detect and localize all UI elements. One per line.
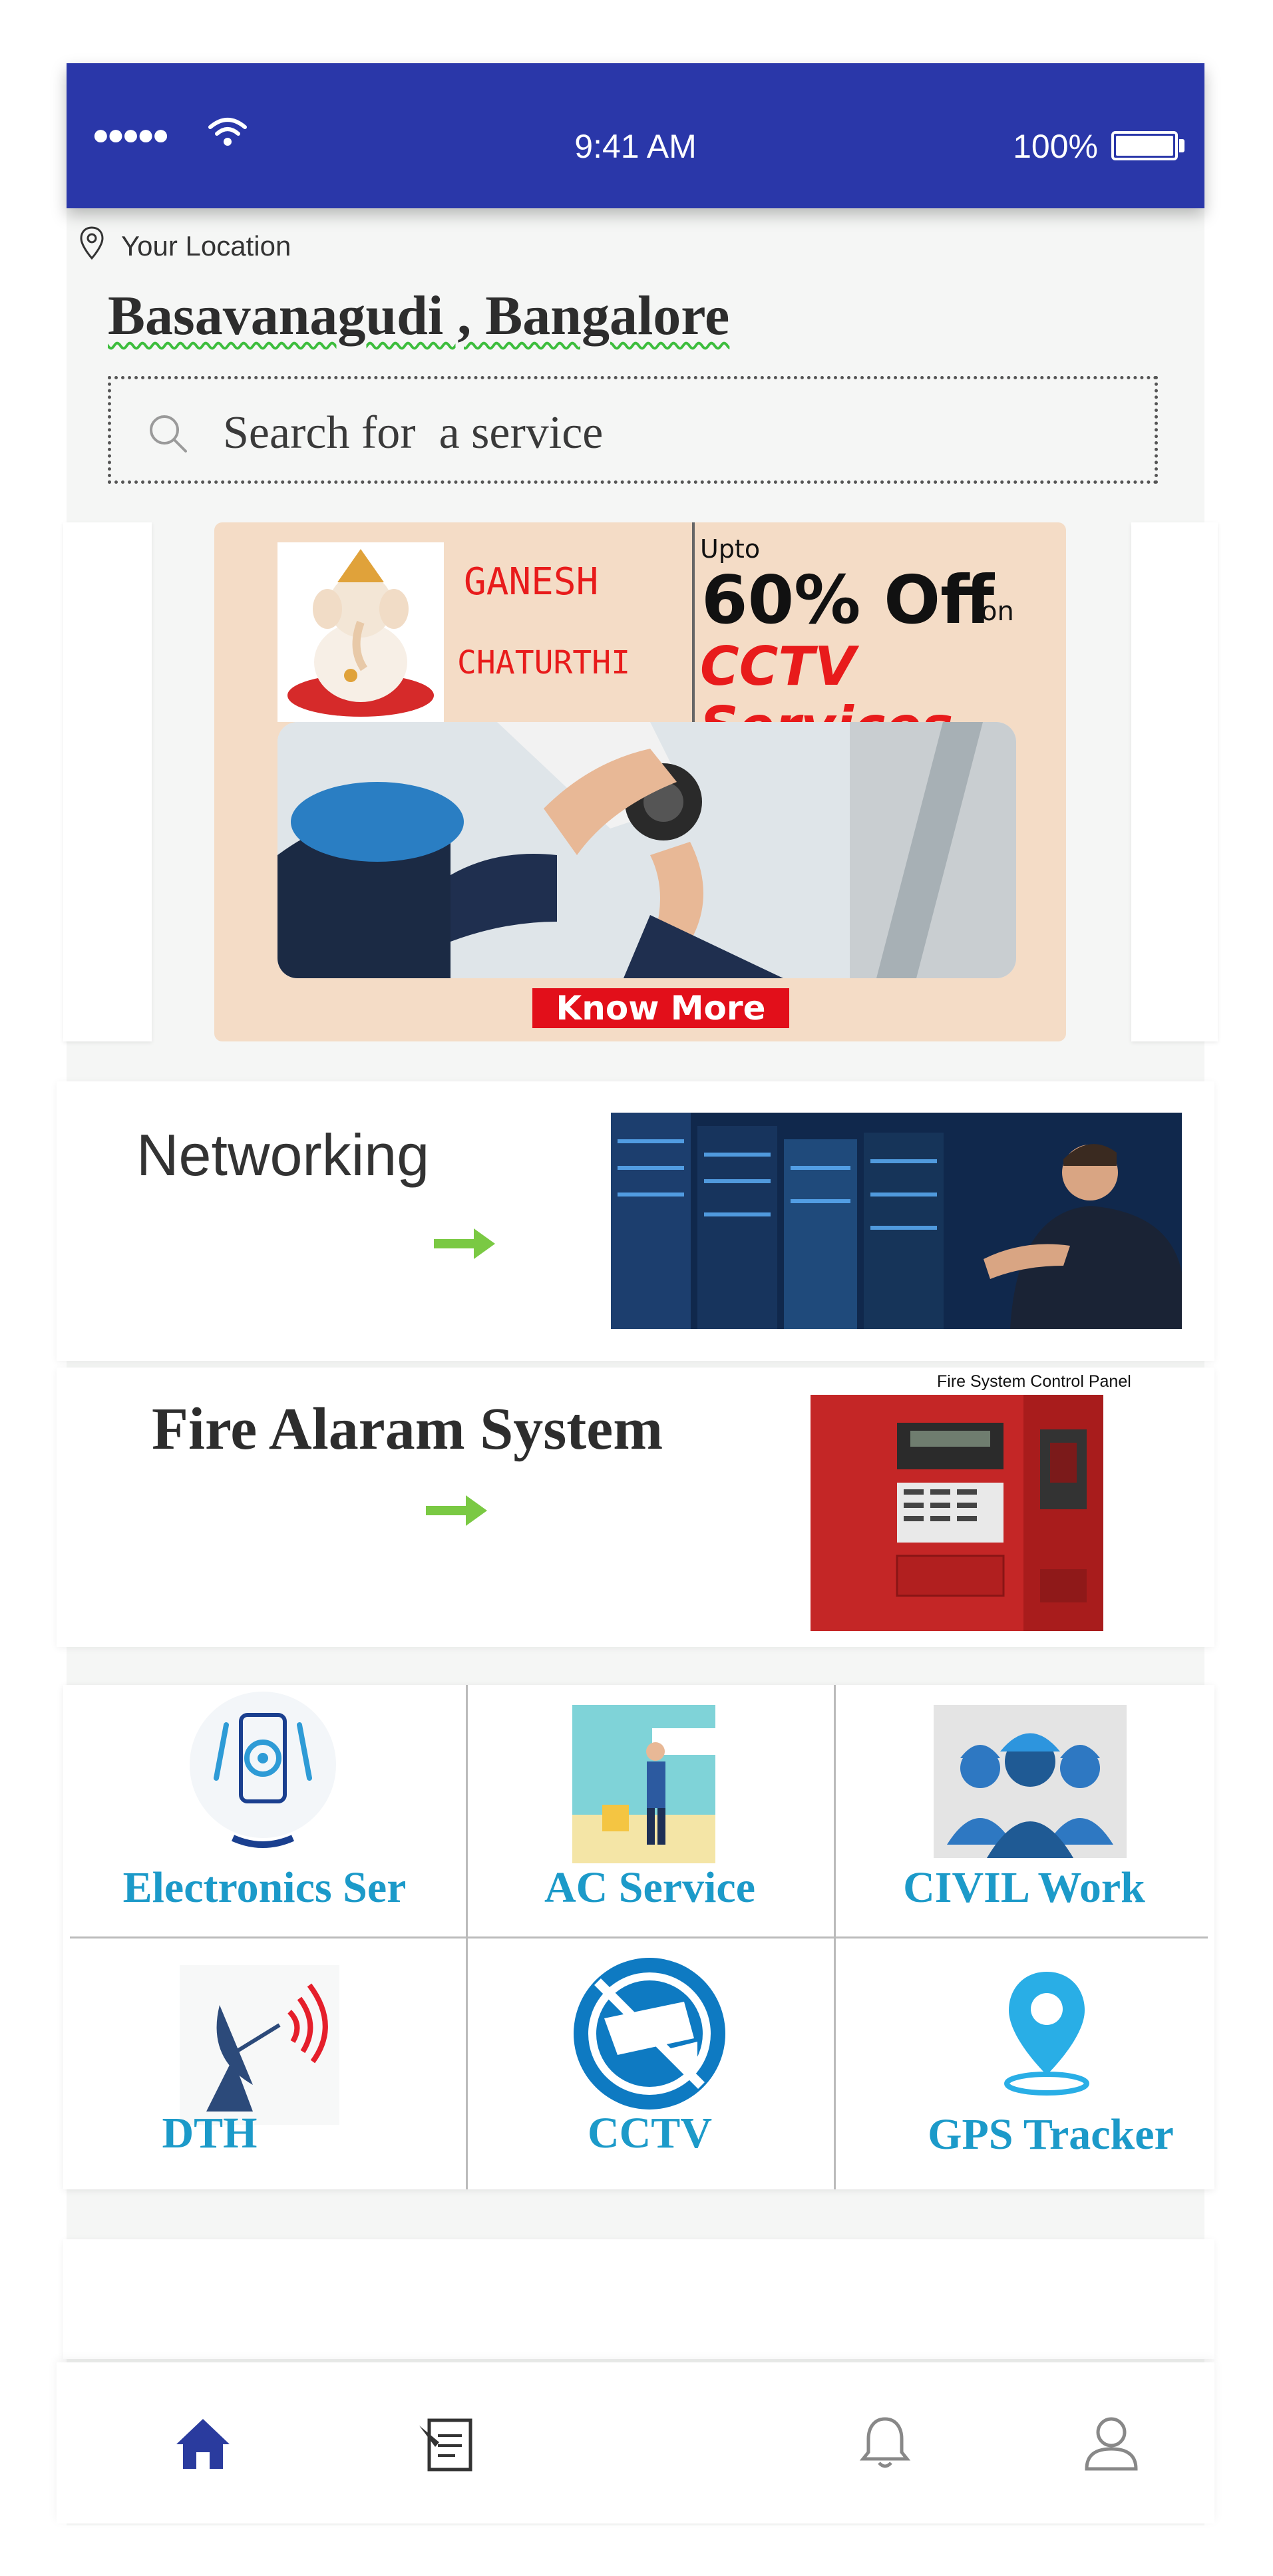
- carousel-prev-slide[interactable]: [63, 522, 152, 1041]
- home-icon[interactable]: [166, 2406, 240, 2479]
- service-label: Electronics Ser: [122, 1863, 407, 1912]
- festival-name-line1: GANESH: [464, 560, 599, 604]
- service-dth[interactable]: DTH: [63, 1938, 466, 2189]
- bookings-icon[interactable]: [413, 2406, 486, 2479]
- search-input[interactable]: Search for a service: [108, 376, 1158, 484]
- service-electronics[interactable]: Electronics Ser: [63, 1685, 466, 1936]
- carousel-next-slide[interactable]: [1131, 522, 1218, 1041]
- promo-banner[interactable]: GANESH CHATURTHI Upto 60% Off on CCTV Se…: [214, 522, 1066, 1041]
- service-label: GPS Tracker: [928, 2110, 1174, 2159]
- satellite-dish-icon: [180, 1965, 339, 2125]
- phone-settings-icon: [190, 1692, 336, 1848]
- ganesh-illustration: [277, 542, 444, 722]
- service-label: CCTV: [587, 2109, 712, 2157]
- service-gps[interactable]: GPS Tracker: [834, 1938, 1214, 2189]
- location-pin-icon: [80, 226, 104, 260]
- profile-icon[interactable]: [1075, 2406, 1148, 2479]
- networking-server-photo: [611, 1113, 1182, 1329]
- offer-discount: 60% Off: [701, 561, 995, 639]
- service-ac[interactable]: AC Service: [466, 1685, 834, 1936]
- offer-on: on: [981, 596, 1014, 627]
- location-pin-icon: [1004, 1972, 1089, 2096]
- festival-name-line2: CHATURTHI: [457, 644, 631, 681]
- battery-percent: 100%: [1013, 128, 1098, 165]
- search-icon: [150, 415, 187, 453]
- banner-divider: [692, 522, 695, 722]
- service-label: DTH: [162, 2109, 258, 2157]
- current-city[interactable]: Basavanagudi , Bangalore: [108, 286, 729, 346]
- ac-technician-icon: [572, 1705, 715, 1863]
- service-cctv[interactable]: CCTV: [466, 1938, 834, 2189]
- service-label: CIVIL Work: [903, 1863, 1145, 1912]
- cctv-camera-icon: [574, 1958, 725, 2110]
- battery-icon: [1111, 131, 1178, 160]
- services-grid: Electronics Ser AC Service CIVIL Work DT…: [63, 1685, 1214, 2189]
- arrow-right-icon[interactable]: [434, 1227, 495, 1260]
- networking-title: Networking: [136, 1122, 430, 1188]
- arrow-right-icon[interactable]: [426, 1494, 487, 1527]
- search-placeholder: Search for a service: [223, 407, 604, 459]
- battery-tip: [1179, 139, 1184, 152]
- bottom-navigation: [57, 2362, 1214, 2523]
- offer-upto: Upto: [700, 534, 761, 564]
- workers-icon: [934, 1705, 1127, 1858]
- fire-alarm-title: Fire Alaram System: [152, 1396, 663, 1462]
- technician-cctv-photo: [277, 722, 1016, 978]
- status-bar: ●●●●● 9:41 AM 100%: [67, 63, 1204, 208]
- empty-card: [63, 2239, 1214, 2359]
- know-more-button[interactable]: Know More: [532, 988, 789, 1028]
- fire-control-panel-image: Fire System Control Panel: [811, 1370, 1165, 1634]
- service-label: AC Service: [544, 1863, 756, 1912]
- your-location-label: Your Location: [121, 230, 291, 262]
- service-civil[interactable]: CIVIL Work: [834, 1685, 1214, 1936]
- bell-icon[interactable]: [848, 2406, 922, 2479]
